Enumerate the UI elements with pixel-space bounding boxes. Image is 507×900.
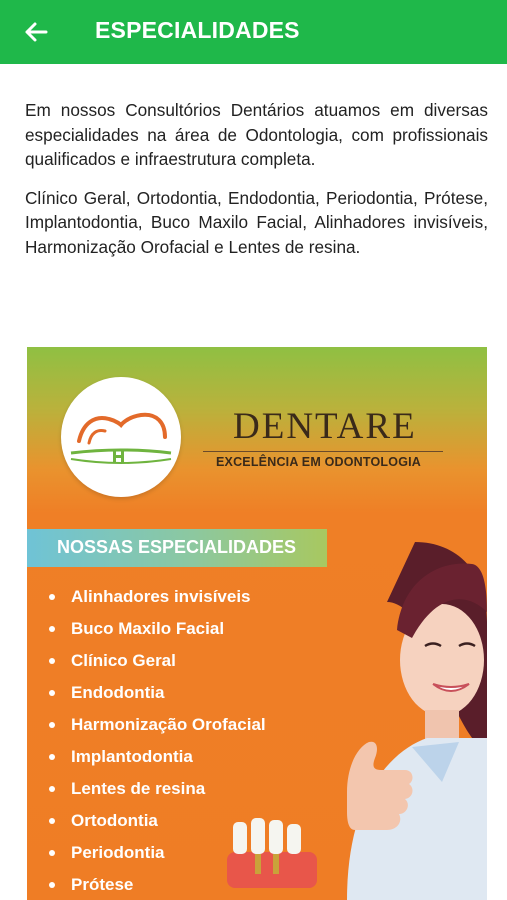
dentare-logo-icon	[61, 377, 181, 497]
page-title: ESPECIALIDADES	[95, 17, 300, 43]
intro-text: Em nossos Consultórios Dentários atuamos…	[25, 98, 488, 273]
brand-divider	[203, 451, 443, 452]
intro-paragraph-1: Em nossos Consultórios Dentários atuamos…	[25, 100, 488, 169]
brand-name: DENTARE	[233, 406, 417, 447]
specialties-banner-image: DENTARE EXCELÊNCIA EM ODONTOLOGIA NOSSAS…	[27, 347, 487, 900]
app-bar: ESPECIALIDADES	[0, 0, 507, 64]
back-arrow-icon[interactable]	[18, 14, 54, 50]
brand-tagline: EXCELÊNCIA EM ODONTOLOGIA	[216, 455, 422, 469]
smiling-woman-illustration	[197, 542, 487, 900]
intro-paragraph-2: Clínico Geral, Ortodontia, Endodontia, P…	[25, 187, 488, 257]
